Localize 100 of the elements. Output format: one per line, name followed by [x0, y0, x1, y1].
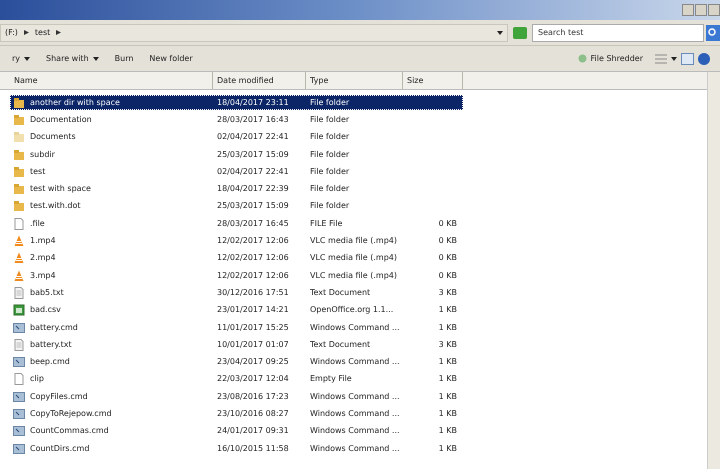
file-icon — [13, 218, 25, 230]
file-type: File folder — [309, 131, 350, 144]
file-row[interactable]: 2.mp4 12/02/2017 12:06 VLC media file (.mp4) 0 KB — [0, 250, 707, 267]
file-shredder-button[interactable]: File Shredder — [570, 52, 651, 64]
caret-icon[interactable] — [497, 30, 503, 34]
file-row[interactable]: subdir 25/03/2017 15:09 File folder — [0, 146, 707, 164]
date-modified: 25/03/2017 15:09 — [216, 148, 290, 161]
folder-icon — [13, 96, 25, 109]
file-row[interactable]: 1.mp4 12/02/2017 12:06 VLC media file (.mp4) 0 KB — [0, 232, 707, 250]
file-row[interactable]: battery.cmd 11/01/2017 15:25 Windows Command ... 1 KB — [0, 318, 707, 336]
document-icon — [13, 286, 25, 299]
file-type: File folder — [309, 96, 350, 109]
chevron-icon[interactable] — [56, 30, 62, 35]
toolbar-button[interactable]: Share with — [38, 52, 107, 64]
file-row[interactable]: CopyToRejepow.cmd 23/10/2016 08:27 Windows Command ... 1 KB — [0, 405, 707, 423]
file-type: FILE File — [309, 218, 344, 230]
file-row[interactable]: test with space 18/04/2017 22:39 File folder — [0, 180, 707, 198]
date-modified: 12/02/2017 12:06 — [216, 270, 290, 282]
date-modified: 16/10/2015 11:58 — [216, 442, 290, 455]
script-icon — [13, 356, 25, 368]
date-modified: 25/03/2017 15:09 — [216, 200, 290, 212]
file-type: Windows Command ... — [309, 425, 401, 438]
file-size: 3 KB — [438, 286, 458, 299]
file-row[interactable]: Documentation 28/03/2017 16:43 File folder — [0, 111, 707, 129]
folder-icon — [13, 114, 25, 126]
refresh-button[interactable] — [513, 26, 527, 38]
cone-icon — [13, 235, 25, 248]
file-name: Documentation — [30, 114, 92, 126]
date-modified: 28/03/2017 16:45 — [216, 218, 290, 230]
folder-icon — [13, 131, 25, 144]
file-type: Windows Command ... — [309, 390, 401, 403]
file-type: File folder — [309, 200, 350, 212]
file-size: 1 KB — [438, 425, 458, 438]
column-header[interactable]: Date modified — [213, 72, 306, 89]
script-icon — [13, 442, 25, 455]
file-row[interactable]: .file 28/03/2017 16:45 FILE File 0 KB — [0, 215, 707, 232]
file-type: Windows Command ... — [309, 442, 401, 455]
date-modified: 28/03/2017 16:43 — [216, 114, 290, 126]
file-row[interactable]: CountDirs.cmd 16/10/2015 11:58 Windows Command ... 1 KB — [0, 440, 707, 458]
file-name: clip — [30, 373, 44, 386]
file-row[interactable]: battery.txt 10/01/2017 01:07 Text Document 3 KB — [0, 336, 707, 354]
file-row[interactable]: beep.cmd 23/04/2017 09:25 Windows Command ... 1 KB — [0, 353, 707, 371]
file-type: Windows Command ... — [309, 356, 401, 368]
file-size: 1 KB — [438, 442, 458, 455]
date-modified: 23/08/2016 17:23 — [216, 390, 290, 403]
file-name: test — [30, 166, 46, 178]
file-size: 0 KB — [438, 270, 458, 282]
file-type: File folder — [309, 183, 350, 196]
script-icon — [13, 425, 25, 438]
file-row[interactable]: clip 22/03/2017 12:04 Empty File 1 KB — [0, 370, 707, 388]
file-row[interactable]: test.with.dot 25/03/2017 15:09 File folder — [0, 198, 707, 216]
date-modified: 30/12/2016 17:51 — [216, 286, 290, 299]
file-name: Documents — [30, 131, 76, 144]
date-modified: 10/01/2017 01:07 — [216, 338, 290, 351]
toolbar-button[interactable]: Burn — [106, 52, 142, 64]
date-modified: 02/04/2017 22:41 — [216, 166, 290, 178]
date-modified: 23/04/2017 09:25 — [216, 356, 290, 368]
column-header[interactable]: Name — [10, 72, 213, 89]
file-name: test with space — [30, 183, 91, 196]
column-header[interactable]: Type — [306, 72, 403, 89]
file-row[interactable]: test 02/04/2017 22:41 File folder — [0, 163, 707, 180]
file-row[interactable]: Documents 02/04/2017 22:41 File folder — [0, 128, 707, 146]
toolbar-button[interactable]: New folder — [141, 52, 201, 64]
search-field[interactable]: Search test — [532, 24, 704, 42]
file-size: 3 KB — [438, 338, 458, 351]
column-header[interactable]: Size — [403, 72, 463, 89]
breadcrumb[interactable]: (F:) — [5, 26, 18, 38]
file-name: CountCommas.cmd — [30, 425, 109, 438]
file-size: 1 KB — [438, 304, 458, 316]
file-name: beep.cmd — [30, 356, 70, 368]
cone-icon — [13, 270, 25, 282]
file-size: 1 KB — [438, 408, 458, 420]
date-modified: 24/01/2017 09:31 — [216, 425, 290, 438]
file-row[interactable]: CopyFiles.cmd 23/08/2016 17:23 Windows Command ... 1 KB — [0, 388, 707, 406]
file-row[interactable]: 3.mp4 12/02/2017 12:06 VLC media file (.mp4) 0 KB — [0, 266, 707, 284]
file-type: File folder — [309, 166, 350, 178]
preview-pane-icon[interactable] — [681, 52, 694, 64]
document-icon — [13, 338, 25, 351]
chevron-icon[interactable] — [24, 30, 29, 35]
view-icon[interactable] — [655, 54, 667, 64]
search-icon[interactable] — [706, 24, 720, 40]
date-modified: 02/04/2017 22:41 — [216, 131, 290, 144]
folder-icon — [13, 200, 25, 212]
spreadsheet-icon — [13, 304, 25, 316]
file-name: bab5.txt — [30, 286, 64, 299]
file-row[interactable]: CountCommas.cmd 24/01/2017 09:31 Windows Command ... 1 KB — [0, 422, 707, 440]
file-size: 0 KB — [438, 218, 458, 230]
toolbar-button[interactable]: ry — [4, 52, 38, 64]
address-bar[interactable]: (F:) test — [0, 24, 508, 42]
file-row[interactable]: bab5.txt 30/12/2016 17:51 Text Document 3 KB — [0, 284, 707, 302]
date-modified: 23/01/2017 14:21 — [216, 304, 290, 316]
script-icon — [13, 408, 25, 420]
file-row[interactable]: bad.csv 23/01/2017 14:21 OpenOffice.org 1.1... 1 KB — [0, 302, 707, 319]
file-type: VLC media file (.mp4) — [309, 235, 398, 248]
file-name: bad.csv — [30, 304, 61, 316]
caret-icon[interactable] — [671, 56, 677, 60]
file-size: 0 KB — [438, 252, 458, 264]
file-size: 1 KB — [438, 390, 458, 403]
breadcrumb[interactable]: test — [34, 26, 50, 38]
scrollbar[interactable] — [707, 72, 720, 469]
